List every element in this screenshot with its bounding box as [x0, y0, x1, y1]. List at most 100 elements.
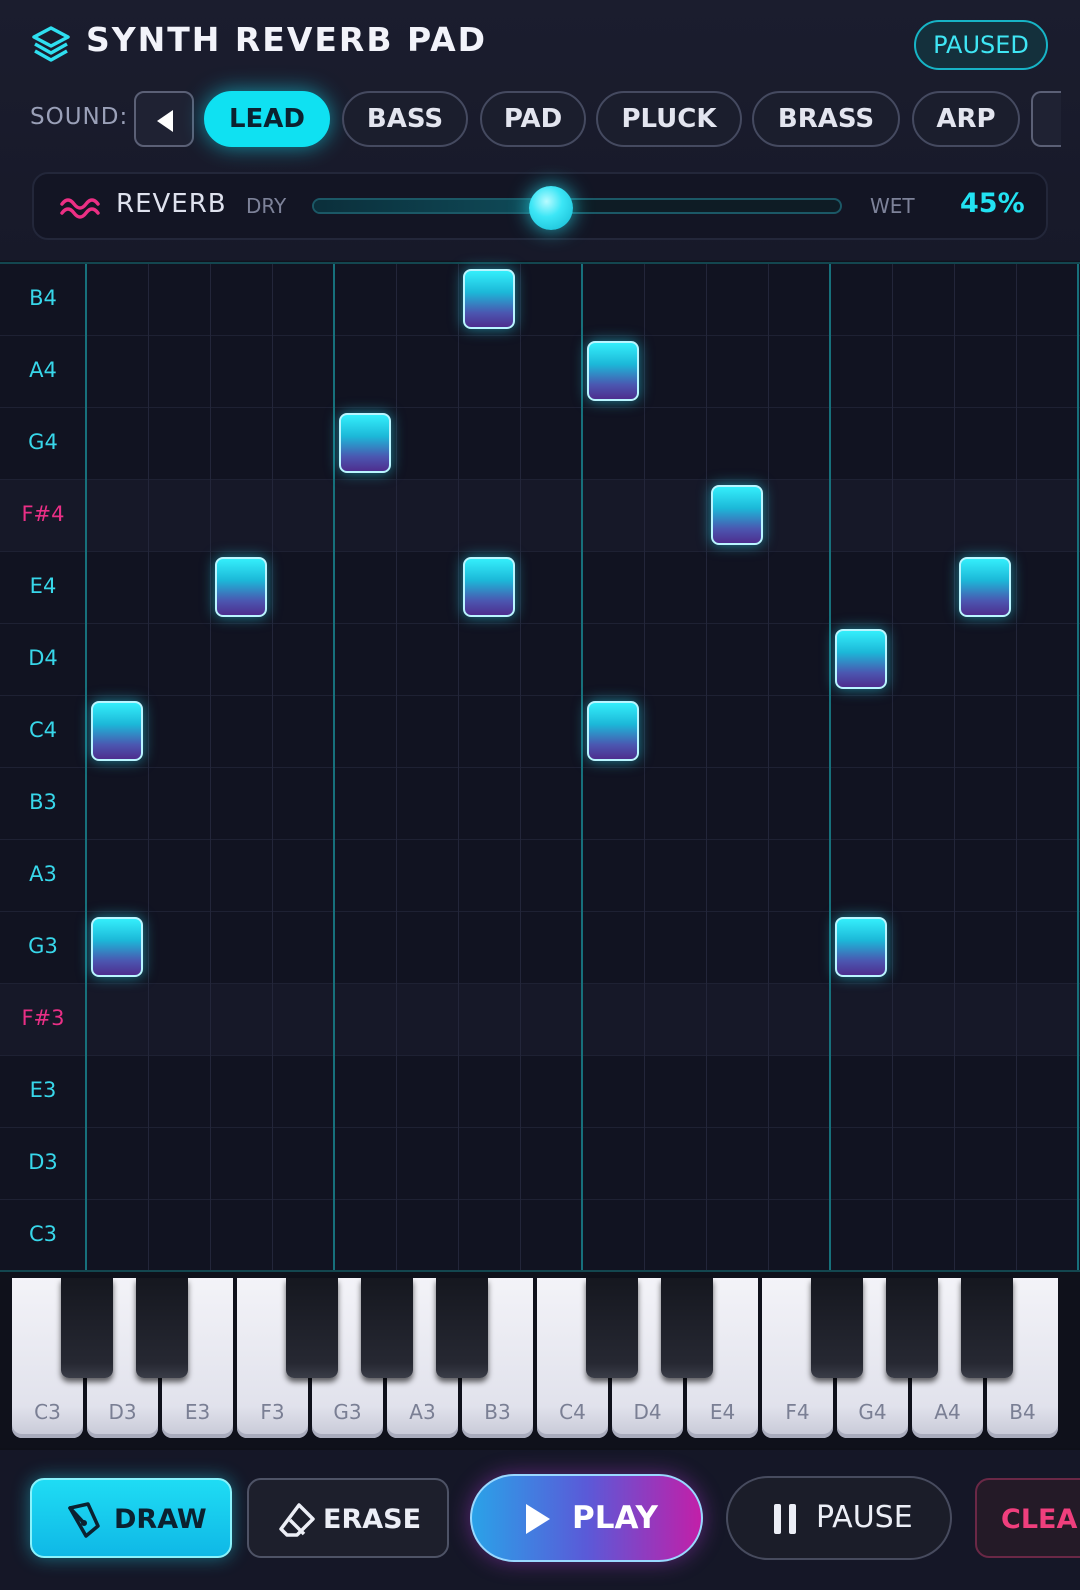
black-key[interactable] [811, 1278, 863, 1378]
row-label: G3 [28, 934, 58, 958]
piano-roll-grid[interactable]: B4 A4 G4 F#4 E4 D4 C4 B3 A3 G3 F#3 E3 D3 C3 [0, 262, 1080, 1272]
step-line [210, 264, 211, 1272]
step-line [148, 264, 149, 1272]
note-block[interactable] [587, 341, 639, 401]
grid-row [0, 1200, 1080, 1272]
reverb-slider-thumb[interactable] [528, 186, 573, 230]
step-line [520, 264, 521, 1272]
sound-more-button[interactable] [1031, 91, 1061, 147]
black-key[interactable] [61, 1278, 113, 1378]
grid-row [0, 912, 1080, 984]
black-key[interactable] [886, 1278, 938, 1378]
reverb-label: REVERB [116, 189, 227, 219]
sound-chip-bass[interactable]: BASS [342, 91, 468, 147]
row-label: A4 [29, 358, 57, 382]
note-block[interactable] [959, 557, 1011, 617]
black-key[interactable] [286, 1278, 338, 1378]
eraser-icon [279, 1503, 315, 1537]
bottom-toolbar: DRAW ERASE PLAY PAUSE CLEA [0, 1450, 1080, 1590]
row-label: C3 [28, 1222, 58, 1246]
row-label: C4 [28, 718, 58, 742]
pause-button[interactable]: PAUSE [726, 1476, 952, 1560]
black-key[interactable] [436, 1278, 488, 1378]
key-label: G4 [858, 1400, 887, 1424]
beat-line [333, 264, 335, 1272]
key-label: C3 [34, 1400, 61, 1424]
note-block[interactable] [91, 917, 143, 977]
black-key[interactable] [961, 1278, 1013, 1378]
status-badge: PAUSED [914, 20, 1048, 70]
beat-line [1077, 264, 1079, 1272]
grid-row [0, 696, 1080, 768]
key-label: F3 [260, 1400, 285, 1424]
row-label: E3 [29, 1078, 57, 1102]
play-label: PLAY [572, 1500, 658, 1536]
row-label: B4 [29, 286, 57, 310]
grid-row [0, 1056, 1080, 1128]
draw-button[interactable]: DRAW [30, 1478, 232, 1558]
note-block[interactable] [215, 557, 267, 617]
note-block[interactable] [711, 485, 763, 545]
pause-icon [774, 1504, 798, 1534]
note-block[interactable] [339, 413, 391, 473]
key-label: C4 [559, 1400, 586, 1424]
grid-row [0, 624, 1080, 696]
sound-chip-pluck[interactable]: PLUCK [596, 91, 742, 147]
step-line [644, 264, 645, 1272]
key-label: F4 [785, 1400, 810, 1424]
sound-label: SOUND: [30, 104, 129, 130]
key-label: B3 [484, 1400, 511, 1424]
sound-prev-button[interactable] [134, 91, 194, 147]
key-label: D3 [108, 1400, 137, 1424]
grid-row [0, 984, 1080, 1056]
black-key[interactable] [361, 1278, 413, 1378]
erase-button[interactable]: ERASE [247, 1478, 449, 1558]
black-key[interactable] [136, 1278, 188, 1378]
row-label: F#3 [21, 1006, 65, 1030]
note-block[interactable] [91, 701, 143, 761]
erase-label: ERASE [323, 1504, 422, 1535]
grid-row [0, 336, 1080, 408]
clear-button[interactable]: CLEA [975, 1478, 1080, 1558]
step-line [272, 264, 273, 1272]
dry-label: DRY [246, 194, 287, 218]
black-key[interactable] [661, 1278, 713, 1378]
app-title: SYNTH REVERB PAD [86, 20, 488, 59]
beat-line [85, 264, 87, 1272]
pause-label: PAUSE [816, 1500, 913, 1535]
note-block[interactable] [587, 701, 639, 761]
reverb-value: 45% [960, 188, 1025, 219]
clear-label: CLEA [1001, 1504, 1078, 1535]
key-label: E4 [709, 1400, 736, 1424]
grid-row [0, 480, 1080, 552]
row-label: E4 [29, 574, 57, 598]
row-label: D3 [28, 1150, 58, 1174]
note-block[interactable] [835, 917, 887, 977]
sound-chip-arp[interactable]: ARP [912, 91, 1020, 147]
key-label: D4 [633, 1400, 662, 1424]
play-icon [526, 1504, 550, 1534]
sound-chip-lead[interactable]: LEAD [204, 91, 330, 147]
note-block[interactable] [835, 629, 887, 689]
wet-label: WET [870, 194, 915, 218]
row-label: A3 [29, 862, 57, 886]
grid-row [0, 840, 1080, 912]
step-line [458, 264, 459, 1272]
grid-row [0, 1128, 1080, 1200]
piano-keyboard: C3 D3 E3 F3 G3 A3 B3 C4 D4 E4 F4 G4 A4 B4 [0, 1270, 1080, 1448]
draw-label: DRAW [114, 1504, 207, 1535]
beat-line [581, 264, 583, 1272]
reverb-slider[interactable] [312, 186, 842, 230]
black-key[interactable] [586, 1278, 638, 1378]
note-block[interactable] [463, 557, 515, 617]
note-block[interactable] [463, 269, 515, 329]
reverb-panel: REVERB DRY WET 45% [32, 172, 1048, 240]
sound-selector: SOUND: LEAD BASS PAD PLUCK BRASS ARP [0, 90, 1080, 148]
play-button[interactable]: PLAY [470, 1474, 703, 1562]
sound-chip-brass[interactable]: BRASS [752, 91, 900, 147]
key-label: A4 [934, 1400, 961, 1424]
grid-row [0, 768, 1080, 840]
sound-chip-pad[interactable]: PAD [480, 91, 586, 147]
row-label: F#4 [21, 502, 65, 526]
key-label: E3 [184, 1400, 211, 1424]
